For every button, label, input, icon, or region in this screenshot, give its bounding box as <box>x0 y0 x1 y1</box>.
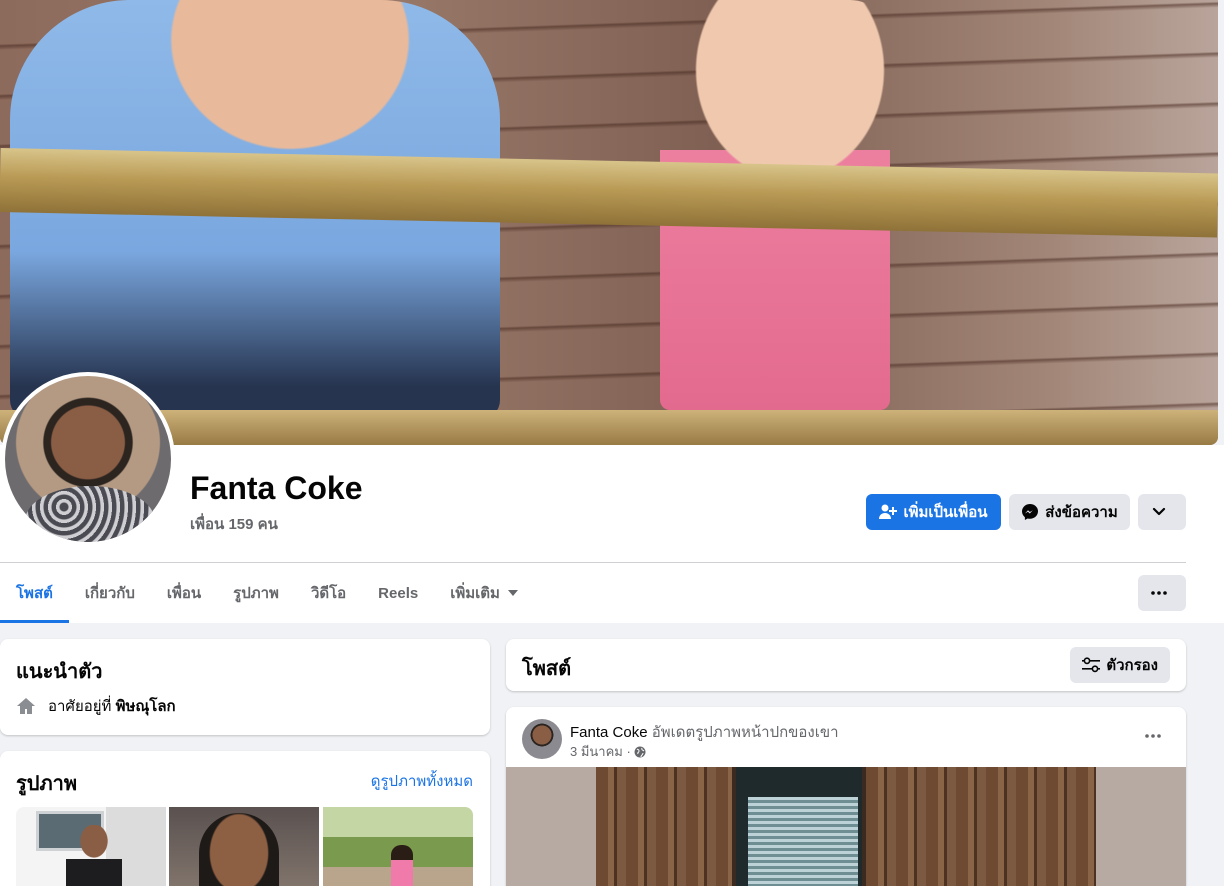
posts-title: โพสต์ <box>522 658 572 680</box>
tab-photos[interactable]: รูปภาพ <box>217 563 295 623</box>
tab-reels[interactable]: Reels <box>362 563 434 623</box>
profile-tabs: โพสต์ เกี่ยวกับ เพื่อน รูปภาพ วิดีโอ Ree… <box>0 563 534 623</box>
thumbnail-person <box>199 813 279 886</box>
tab-about[interactable]: เกี่ยวกับ <box>69 563 151 623</box>
more-options-button[interactable] <box>1138 494 1186 530</box>
post-author-avatar[interactable] <box>522 719 562 759</box>
lives-in-prefix: อาศัยอยู่ที่ <box>48 698 112 715</box>
post-author-name[interactable]: Fanta Coke <box>570 724 648 741</box>
home-icon <box>17 698 35 714</box>
add-friend-button[interactable]: เพิ่มเป็นเพื่อน <box>866 494 1001 530</box>
photo-thumbnail[interactable] <box>16 807 166 886</box>
intro-card: แนะนำตัว <box>0 639 490 735</box>
thumbnail-person <box>391 845 413 886</box>
photo-thumbnail[interactable] <box>169 807 319 886</box>
tab-friends[interactable]: เพื่อน <box>151 563 217 623</box>
intro-title: แนะนำตัว <box>16 661 103 683</box>
profile-name: Fanta Coke <box>190 470 363 506</box>
caret-down-icon <box>507 590 518 596</box>
photo-thumbnail[interactable] <box>323 807 473 886</box>
messenger-icon <box>1022 504 1039 520</box>
photos-title: รูปภาพ <box>16 773 78 795</box>
tab-about-label: เกี่ยวกับ <box>84 585 135 602</box>
tab-reels-label: Reels <box>378 584 419 602</box>
tabs-more-button[interactable] <box>1138 575 1186 611</box>
add-friend-icon <box>879 504 898 519</box>
post-options-button[interactable] <box>1138 721 1168 751</box>
post-image-blind <box>748 797 858 886</box>
tab-photos-label: รูปภาพ <box>233 585 279 602</box>
post-meta: 3 มีนาคม · <box>570 741 646 762</box>
cover-photo-bamboo-rail-lower <box>0 410 1218 445</box>
globe-icon <box>634 746 646 757</box>
lives-in-place[interactable]: พิษณุโลก <box>116 694 176 718</box>
photos-card: รูปภาพ ดูรูปภาพทั้งหมด <box>0 751 490 886</box>
add-friend-label: เพิ่มเป็นเพื่อน <box>903 504 988 521</box>
chevron-down-icon <box>1152 507 1166 516</box>
message-button[interactable]: ส่งข้อความ <box>1009 494 1130 530</box>
filter-sliders-icon <box>1082 657 1101 673</box>
tab-posts-label: โพสต์ <box>16 585 53 602</box>
cover-photo[interactable] <box>0 0 1218 445</box>
filter-label: ตัวกรอง <box>1106 657 1158 674</box>
profile-friends-count[interactable]: เพื่อน 159 คน <box>190 512 278 536</box>
post-meta-separator: · <box>626 744 631 759</box>
post-date[interactable]: 3 มีนาคม <box>570 741 623 762</box>
posts-header-card: โพสต์ ตัวกรอง <box>506 639 1186 691</box>
intro-lives-in: อาศัยอยู่ที่ พิษณุโลก <box>16 694 176 718</box>
avatar-shirt <box>25 486 155 542</box>
post-card: Fanta Coke อัพเดตรูปภาพหน้าปกของเขา 3 มี… <box>506 707 1186 886</box>
filter-button[interactable]: ตัวกรอง <box>1070 647 1170 683</box>
thumbnail-person <box>66 825 122 886</box>
tab-videos[interactable]: วิดีโอ <box>295 563 362 623</box>
tab-more-label: เพิ่มเติม <box>450 585 500 602</box>
post-image[interactable] <box>506 767 1186 886</box>
post-image-window <box>732 767 866 886</box>
tab-videos-label: วิดีโอ <box>310 585 347 602</box>
tab-posts[interactable]: โพสต์ <box>0 563 69 623</box>
ellipsis-icon <box>1145 734 1161 738</box>
post-action-text: อัพเดตรูปภาพหน้าปกของเขา <box>651 724 839 741</box>
see-all-photos-link[interactable]: ดูรูปภาพทั้งหมด <box>371 769 473 793</box>
tab-more[interactable]: เพิ่มเติม <box>434 563 534 623</box>
message-label: ส่งข้อความ <box>1045 504 1118 521</box>
profile-avatar[interactable] <box>1 372 175 546</box>
tab-friends-label: เพื่อน <box>166 585 202 602</box>
ellipsis-icon <box>1151 591 1167 595</box>
